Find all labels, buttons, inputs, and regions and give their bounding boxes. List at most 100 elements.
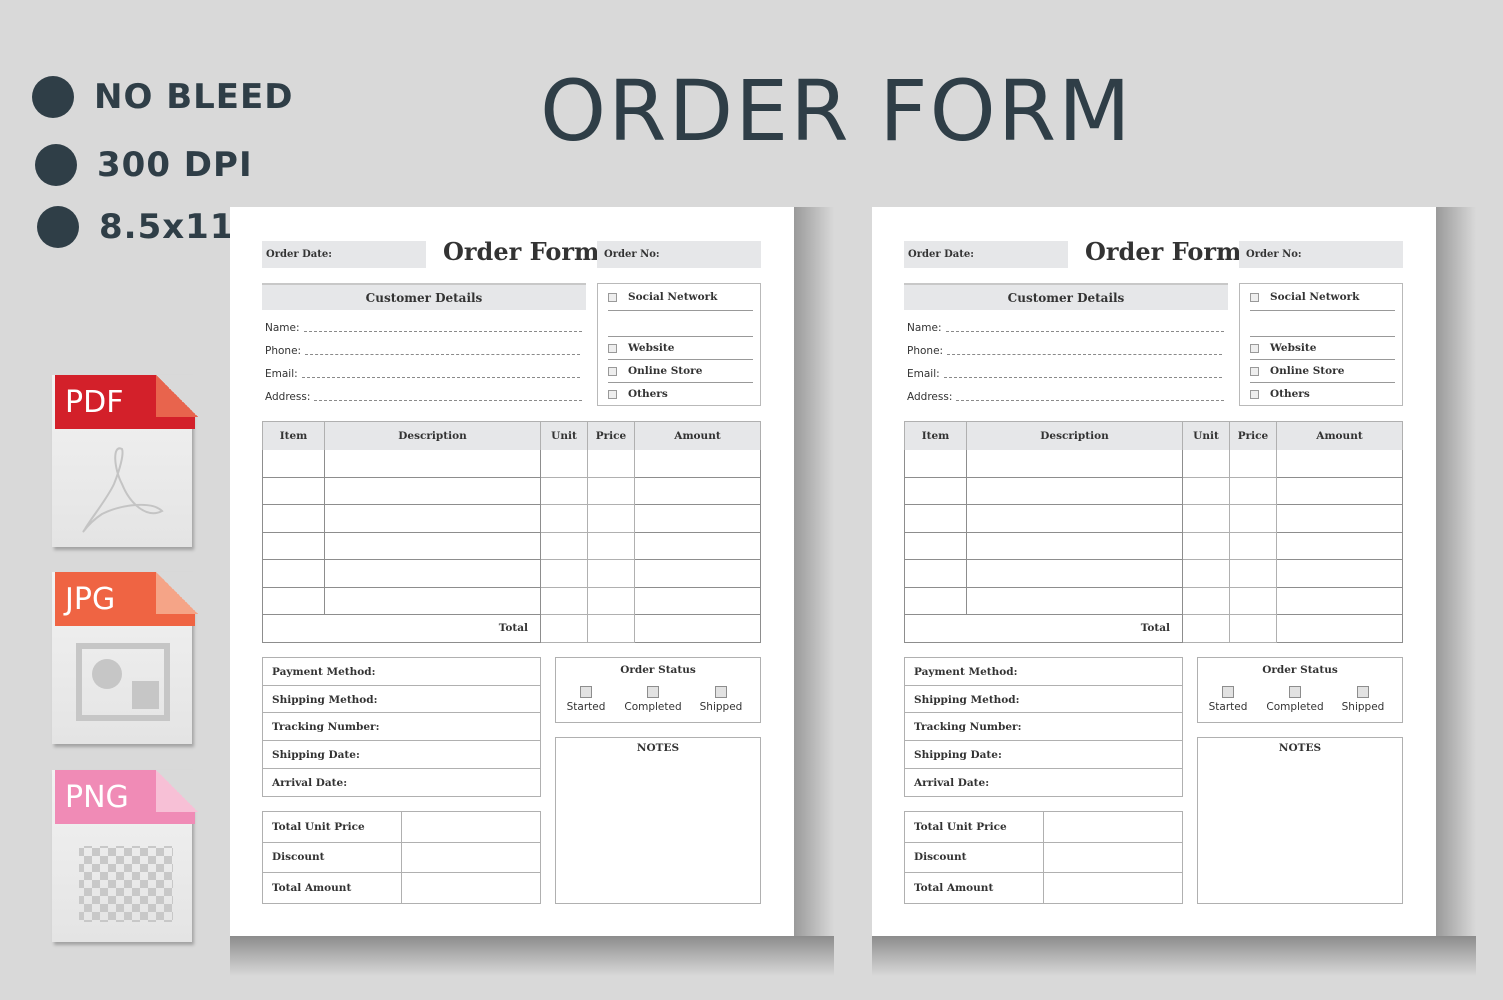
checkbox-icon[interactable] [1357,686,1369,698]
payment-method-field[interactable]: Payment Method: [263,658,540,686]
table-cell[interactable] [324,504,541,533]
phone-field[interactable]: Phone: [265,345,581,357]
total-unit-cell[interactable] [1182,614,1230,643]
table-cell[interactable] [966,504,1183,533]
table-cell[interactable] [324,559,541,588]
table-cell[interactable] [1276,504,1403,533]
table-cell[interactable] [540,559,588,588]
order-date-field[interactable]: Order Date: [904,241,1068,268]
channel-social-network[interactable]: Social Network [608,291,717,303]
notes-box[interactable]: NOTES [555,737,761,904]
tracking-number-field[interactable]: Tracking Number: [905,713,1182,742]
table-cell[interactable] [587,504,635,533]
table-cell[interactable] [1229,504,1277,533]
table-cell[interactable] [540,476,588,505]
table-cell[interactable] [1276,586,1403,615]
table-cell[interactable] [1182,586,1230,615]
table-cell[interactable] [1182,504,1230,533]
name-field[interactable]: Name: [265,322,582,334]
channel-online-store[interactable]: Online Store [1250,365,1344,377]
checkbox-icon[interactable] [1250,389,1259,399]
table-cell[interactable] [904,449,967,478]
table-cell[interactable] [1182,476,1230,505]
notes-box[interactable]: NOTES [1197,737,1403,904]
summary-value[interactable] [401,811,541,843]
table-cell[interactable] [904,586,967,615]
channel-website[interactable]: Website [1250,342,1316,354]
table-cell[interactable] [324,449,541,478]
email-field[interactable]: Email: [265,368,580,380]
order-no-field[interactable]: Order No: [597,241,761,268]
checkbox-icon[interactable] [1222,686,1234,698]
table-cell[interactable] [966,531,1183,560]
table-cell[interactable] [587,559,635,588]
table-cell[interactable] [324,531,541,560]
status-shipped[interactable]: Shipped [696,686,746,713]
checkbox-icon[interactable] [1250,343,1259,353]
summary-value[interactable] [401,841,541,873]
checkbox-icon[interactable] [608,389,617,399]
table-cell[interactable] [1229,476,1277,505]
table-cell[interactable] [540,586,588,615]
table-cell[interactable] [1229,586,1277,615]
table-cell[interactable] [966,449,1183,478]
checkbox-icon[interactable] [647,686,659,698]
table-cell[interactable] [1229,531,1277,560]
table-cell[interactable] [262,531,325,560]
table-cell[interactable] [262,449,325,478]
table-cell[interactable] [1276,476,1403,505]
table-cell[interactable] [587,476,635,505]
table-cell[interactable] [1276,559,1403,588]
table-cell[interactable] [1229,559,1277,588]
table-cell[interactable] [634,531,761,560]
payment-method-field[interactable]: Payment Method: [905,658,1182,686]
table-cell[interactable] [587,449,635,478]
checkbox-icon[interactable] [608,343,617,353]
total-price-cell[interactable] [1229,614,1277,643]
table-cell[interactable] [540,504,588,533]
table-cell[interactable] [324,476,541,505]
status-completed[interactable]: Completed [619,686,687,713]
table-cell[interactable] [1182,531,1230,560]
total-price-cell[interactable] [587,614,635,643]
shipping-date-field[interactable]: Shipping Date: [905,741,1182,769]
checkbox-icon[interactable] [715,686,727,698]
summary-value[interactable] [1043,811,1183,843]
table-cell[interactable] [634,449,761,478]
table-cell[interactable] [262,559,325,588]
table-cell[interactable] [540,531,588,560]
phone-field[interactable]: Phone: [907,345,1223,357]
table-cell[interactable] [904,559,967,588]
shipping-method-field[interactable]: Shipping Method: [263,686,540,714]
table-cell[interactable] [904,476,967,505]
table-cell[interactable] [634,586,761,615]
table-cell[interactable] [262,504,325,533]
table-cell[interactable] [1182,449,1230,478]
summary-value[interactable] [1043,872,1183,904]
table-cell[interactable] [587,531,635,560]
table-cell[interactable] [262,586,325,615]
status-started[interactable]: Started [1203,686,1253,713]
total-unit-cell[interactable] [540,614,588,643]
table-cell[interactable] [634,504,761,533]
summary-value[interactable] [401,872,541,904]
summary-value[interactable] [1043,841,1183,873]
table-cell[interactable] [966,559,1183,588]
table-cell[interactable] [587,586,635,615]
checkbox-icon[interactable] [1250,292,1259,302]
status-started[interactable]: Started [561,686,611,713]
checkbox-icon[interactable] [608,366,617,376]
address-field[interactable]: Address: [265,391,583,403]
table-cell[interactable] [1182,559,1230,588]
table-cell[interactable] [634,559,761,588]
status-shipped[interactable]: Shipped [1338,686,1388,713]
order-no-field[interactable]: Order No: [1239,241,1403,268]
order-date-field[interactable]: Order Date: [262,241,426,268]
table-cell[interactable] [324,586,541,615]
channel-others[interactable]: Others [1250,388,1310,400]
table-cell[interactable] [904,531,967,560]
email-field[interactable]: Email: [907,368,1222,380]
tracking-number-field[interactable]: Tracking Number: [263,713,540,742]
table-cell[interactable] [1276,449,1403,478]
table-cell[interactable] [966,476,1183,505]
